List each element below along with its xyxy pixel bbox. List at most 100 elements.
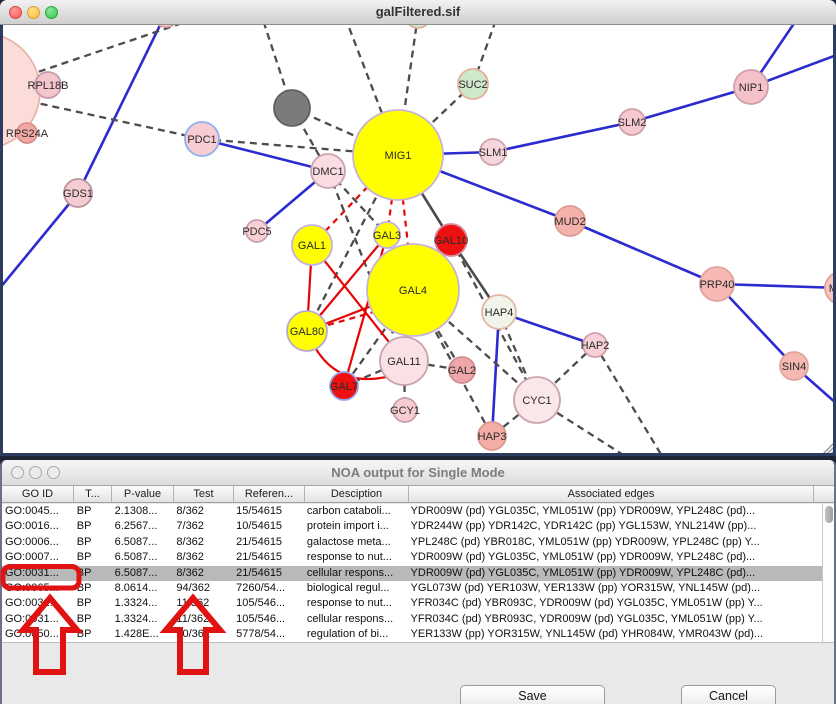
cell-type: BP (74, 566, 112, 581)
table-row[interactable]: GO:0016...BP6.2567...7/36210/54615protei… (2, 519, 822, 534)
table-row[interactable]: GO:0065...BP8.0614...94/3627260/54...bio… (2, 581, 822, 596)
resize-grip-icon (822, 443, 834, 455)
graph-edge (595, 345, 662, 456)
table-row[interactable]: GO:0031...BP6.5087...8/36221/54615cellul… (2, 566, 822, 581)
cell-test: 8/362 (173, 504, 233, 519)
node-GCY1-label: GCY1 (390, 405, 420, 417)
column-header-associated-edges[interactable]: Associated edges (409, 486, 814, 502)
cell-test: 11/362 (173, 612, 233, 627)
graph-edge (78, 25, 166, 193)
node-RPL18B-label: RPL18B (28, 80, 69, 92)
node-GAL10-label: GAL10 (434, 235, 468, 247)
node-SIN4-label: SIN4 (782, 361, 806, 373)
cell-test: 7/362 (173, 519, 233, 534)
column-header-go-id[interactable]: GO ID (2, 486, 74, 502)
cell-p_value: 6.5087... (112, 550, 174, 565)
cancel-button[interactable]: Cancel (681, 685, 776, 704)
column-header-reference[interactable]: Referen... (234, 486, 305, 502)
cell-test: 94/362 (173, 581, 233, 596)
column-header-p-value[interactable]: P-value (112, 486, 174, 502)
node-GDS1-label: GDS1 (63, 188, 93, 200)
cell-go_id: GO:0031... (2, 612, 74, 627)
node-GAL80-label: GAL80 (290, 326, 324, 338)
cell-go_id: GO:0065... (2, 581, 74, 596)
screen: galFiltered.sif RPL18BRPS24AGDS1PDC1PDC5… (0, 0, 836, 704)
edges-layer (0, 25, 836, 456)
cell-edges: YDR009W (pd) YGL035C, YML051W (pp) YDR00… (408, 550, 822, 565)
cell-test: 8/362 (173, 535, 233, 550)
cell-edges: YDR009W (pd) YGL035C, YML051W (pp) YDR00… (408, 504, 822, 519)
table-row[interactable]: GO:0007...BP6.5087...8/36221/54615respon… (2, 550, 822, 565)
cell-reference: 10/54615 (233, 519, 304, 534)
vertical-scrollbar[interactable] (822, 504, 834, 643)
node-SLM2-label: SLM2 (618, 117, 647, 129)
cell-test: 80/362 (173, 627, 233, 642)
cell-type: BP (74, 504, 112, 519)
graph-edge (570, 221, 717, 284)
noa-output-window: NOA output for Single Mode GO ID T... P-… (0, 460, 836, 704)
node-MIG1-label: MIG1 (385, 150, 412, 162)
cell-reference: 5778/54... (233, 627, 304, 642)
table-row[interactable]: GO:0031...BP1.3324...11/362105/546...cel… (2, 612, 822, 627)
cell-reference: 105/546... (233, 612, 304, 627)
table-row[interactable]: GO:0045...BP2.1308...8/36215/54615carbon… (2, 504, 822, 519)
cell-edges: YGL073W (pd) YER103W, YER133W (pp) YOR31… (408, 581, 822, 596)
column-header-test[interactable]: Test (174, 486, 234, 502)
node-PDC1-label: PDC1 (187, 134, 216, 146)
cell-p_value: 6.2567... (112, 519, 174, 534)
node-RPS24A-label: RPS24A (6, 128, 49, 140)
scrollbar-thumb[interactable] (825, 506, 833, 523)
node-MUD2-label: MUD2 (554, 216, 585, 228)
cell-description: galactose meta... (304, 535, 408, 550)
node-GAL11-label: GAL11 (387, 356, 420, 368)
node-green-cut[interactable] (405, 25, 431, 28)
cell-edges: YDR244W (pp) YDR142C, YDR142C (pp) YGL15… (408, 519, 822, 534)
cell-test: 11/362 (173, 596, 233, 611)
table-row[interactable]: GO:0050...BP1.428E...80/3625778/54...reg… (2, 627, 822, 642)
cell-p_value: 1.3324... (112, 612, 174, 627)
column-header-type[interactable]: T... (74, 486, 112, 502)
node-CYC1-label: CYC1 (522, 395, 551, 407)
cell-p_value: 6.5087... (112, 535, 174, 550)
cell-test: 8/362 (173, 566, 233, 581)
cell-p_value: 2.1308... (112, 504, 174, 519)
cell-type: BP (74, 519, 112, 534)
graph-edge (493, 122, 632, 152)
table-body: GO:0045...BP2.1308...8/36215/54615carbon… (2, 504, 822, 643)
cell-edges: YFR034C (pd) YBR093C, YDR009W (pd) YGL03… (408, 596, 822, 611)
cell-type: BP (74, 581, 112, 596)
cell-p_value: 8.0614... (112, 581, 174, 596)
cell-type: BP (74, 596, 112, 611)
table-row[interactable]: GO:0031...BP1.3324...11/362105/546...res… (2, 596, 822, 611)
node-NIP1-label: NIP1 (739, 82, 763, 94)
node-PRP40-label: PRP40 (700, 279, 735, 291)
node-GAL3-label: GAL3 (373, 230, 401, 242)
node-gray[interactable] (274, 90, 310, 126)
cell-description: protein import i... (304, 519, 408, 534)
window-title: NOA output for Single Mode (2, 465, 834, 480)
cell-p_value: 1.3324... (112, 596, 174, 611)
cell-go_id: GO:0006... (2, 535, 74, 550)
cell-description: biological regul... (304, 581, 408, 596)
cell-p_value: 1.428E... (112, 627, 174, 642)
node-SUC2-label: SUC2 (458, 79, 487, 91)
cell-go_id: GO:0050... (2, 627, 74, 642)
cell-go_id: GO:0007... (2, 550, 74, 565)
node-HAP4-label: HAP4 (485, 307, 514, 319)
network-canvas[interactable]: RPL18BRPS24AGDS1PDC1PDC5DMC1MIG1SUC2SLM1… (0, 25, 836, 456)
cell-description: response to nut... (304, 596, 408, 611)
node-GAL7-label: GAL7 (330, 381, 358, 393)
save-button[interactable]: Save (460, 685, 605, 704)
graph-edge (492, 312, 499, 436)
network-svg: RPL18BRPS24AGDS1PDC1PDC5DMC1MIG1SUC2SLM1… (0, 25, 836, 456)
cell-edges: YPL248C (pd) YBR018C, YML051W (pp) YDR00… (408, 535, 822, 550)
column-header-description[interactable]: Desciption (305, 486, 409, 502)
node-HAP2-label: HAP2 (581, 340, 610, 352)
cell-reference: 21/54615 (233, 535, 304, 550)
cell-reference: 105/546... (233, 596, 304, 611)
node-DMC1-label: DMC1 (312, 166, 343, 178)
table-row[interactable]: GO:0006...BP6.5087...8/36221/54615galact… (2, 535, 822, 550)
cell-description: cellular respons... (304, 612, 408, 627)
cell-type: BP (74, 627, 112, 642)
column-header-spacer (814, 486, 826, 502)
